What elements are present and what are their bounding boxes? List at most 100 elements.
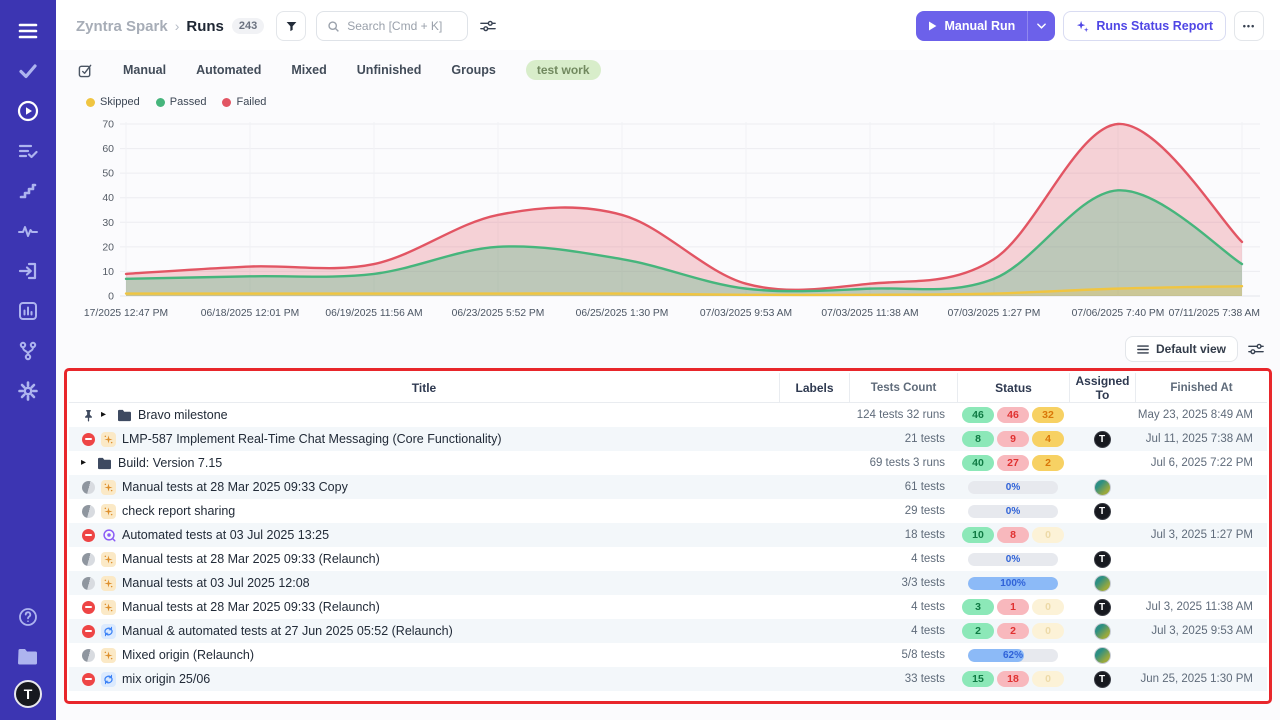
svg-text:0: 0 xyxy=(108,291,114,303)
svg-text:07/11/2025 7:38 AM: 07/11/2025 7:38 AM xyxy=(1169,308,1260,319)
assignee-avatar[interactable] xyxy=(1094,623,1111,640)
tab-unfinished[interactable]: Unfinished xyxy=(357,63,422,77)
run-title[interactable]: check report sharing xyxy=(122,504,235,518)
manual-run-button[interactable]: Manual Run xyxy=(916,11,1055,41)
column-header-tests-count[interactable]: Tests Count xyxy=(849,373,957,402)
svg-text:07/03/2025 11:38 AM: 07/03/2025 11:38 AM xyxy=(821,308,918,319)
search-box[interactable] xyxy=(316,11,468,41)
column-header-assigned-to[interactable]: Assigned To xyxy=(1069,373,1135,402)
table-row[interactable]: Manual tests at 28 Mar 2025 09:33 (Relau… xyxy=(69,595,1267,619)
table-row[interactable]: Manual tests at 28 Mar 2025 09:33 Copy 61… xyxy=(69,475,1267,499)
run-title[interactable]: Build: Version 7.15 xyxy=(118,456,222,470)
default-view-button[interactable]: Default view xyxy=(1125,336,1238,362)
run-title[interactable]: Manual tests at 28 Mar 2025 09:33 (Relau… xyxy=(122,552,380,566)
assignee-avatar[interactable]: T xyxy=(1094,431,1111,448)
run-title[interactable]: Mixed origin (Relaunch) xyxy=(122,648,254,662)
check-icon xyxy=(18,63,38,79)
tag-test-work[interactable]: test work xyxy=(526,60,601,80)
table-row[interactable]: Mixed origin (Relaunch)5/8 tests62% xyxy=(69,643,1267,667)
run-title[interactable]: Automated tests at 03 Jul 2025 13:25 xyxy=(122,528,329,542)
stopped-status-icon xyxy=(81,433,95,446)
status-cell: 0% xyxy=(957,481,1069,494)
sidebar-item-test-plans[interactable] xyxy=(10,134,46,168)
run-title[interactable]: Manual & automated tests at 27 Jun 2025 … xyxy=(122,624,453,638)
user-avatar[interactable]: T xyxy=(14,680,42,708)
play-icon xyxy=(928,21,937,31)
table-row[interactable]: mix origin 25/0633 tests15180TJun 25, 20… xyxy=(69,667,1267,691)
column-header-status[interactable]: Status xyxy=(957,373,1069,402)
run-title-cell: Manual tests at 28 Mar 2025 09:33 (Relau… xyxy=(69,600,779,615)
column-header-finished-at[interactable]: Finished At xyxy=(1135,373,1267,402)
sidebar-item-defects[interactable] xyxy=(10,214,46,248)
runs-status-report-button[interactable]: Runs Status Report xyxy=(1063,11,1226,41)
column-header-title[interactable]: Title xyxy=(69,373,779,402)
sidebar-bottom-help[interactable] xyxy=(10,600,46,634)
expand-caret-icon[interactable]: ▸ xyxy=(101,410,111,420)
table-row[interactable]: ▸Build: Version 7.1569 tests 3 runs40272… xyxy=(69,451,1267,475)
assignee-avatar[interactable]: T xyxy=(1094,551,1111,568)
breadcrumb-project[interactable]: Zyntra Spark xyxy=(76,18,168,35)
run-title[interactable]: Manual tests at 28 Mar 2025 09:33 (Relau… xyxy=(122,600,380,614)
gear-icon xyxy=(18,381,38,401)
tab-mixed[interactable]: Mixed xyxy=(291,63,326,77)
assignee-avatar[interactable] xyxy=(1094,575,1111,592)
sidebar-bottom-folder[interactable] xyxy=(10,640,46,674)
more-options-button[interactable]: ••• xyxy=(1234,11,1264,41)
stopped-status-icon xyxy=(81,625,95,638)
tests-count-cell: 21 tests xyxy=(849,433,957,445)
table-row[interactable]: ▸Bravo milestone124 tests 32 runs464632M… xyxy=(69,403,1267,427)
funnel-icon xyxy=(285,20,298,33)
run-title[interactable]: Manual tests at 28 Mar 2025 09:33 Copy xyxy=(122,480,348,494)
expand-caret-icon[interactable]: ▸ xyxy=(81,458,91,468)
skipped-count-badge: 32 xyxy=(1032,407,1064,423)
sidebar-item-runs[interactable] xyxy=(10,94,46,128)
sidebar-item-analytics[interactable] xyxy=(10,294,46,328)
sidebar-item-settings[interactable] xyxy=(10,374,46,408)
table-row[interactable]: LMP-587 Implement Real-Time Chat Messagi… xyxy=(69,427,1267,451)
manual-run-icon xyxy=(101,648,116,663)
sidebar-item-menu[interactable] xyxy=(10,14,46,48)
run-title[interactable]: Manual tests at 03 Jul 2025 12:08 xyxy=(122,576,310,590)
view-settings-icon[interactable] xyxy=(1248,342,1264,356)
skipped-count-badge: 0 xyxy=(1032,599,1064,615)
assignee-avatar[interactable]: T xyxy=(1094,671,1111,688)
table-row[interactable]: Automated tests at 03 Jul 2025 13:2518 t… xyxy=(69,523,1267,547)
run-title-cell: ▸ Bravo milestone xyxy=(69,408,779,422)
column-header-labels[interactable]: Labels xyxy=(779,373,849,402)
table-row[interactable]: Manual & automated tests at 27 Jun 2025 … xyxy=(69,619,1267,643)
tab-manual[interactable]: Manual xyxy=(123,63,166,77)
table-row[interactable]: Manual tests at 03 Jul 2025 12:083/3 tes… xyxy=(69,571,1267,595)
tab-automated[interactable]: Automated xyxy=(196,63,261,77)
assignee-avatar[interactable]: T xyxy=(1094,503,1111,520)
run-title[interactable]: mix origin 25/06 xyxy=(122,672,210,686)
sidebar-item-test-cases[interactable] xyxy=(10,54,46,88)
help-icon xyxy=(18,607,38,627)
progress-label: 0% xyxy=(968,553,1058,566)
svg-text:60: 60 xyxy=(102,143,114,155)
filters-sliders-icon[interactable] xyxy=(480,19,496,33)
skipped-count-badge: 0 xyxy=(1032,671,1064,687)
manual-run-dropdown[interactable] xyxy=(1027,11,1055,41)
tests-count-cell: 61 tests xyxy=(849,481,957,493)
assignee-avatar[interactable] xyxy=(1094,647,1111,664)
skipped-count-badge: 2 xyxy=(1032,455,1064,471)
pin-icon xyxy=(81,409,95,422)
table-row[interactable]: Manual tests at 28 Mar 2025 09:33 (Relau… xyxy=(69,547,1267,571)
status-cell: 0% xyxy=(957,553,1069,566)
table-row[interactable]: check report sharing29 tests0%T xyxy=(69,499,1267,523)
assigned-to-cell: T xyxy=(1069,671,1135,688)
tab-groups[interactable]: Groups xyxy=(451,63,495,77)
select-all-icon[interactable] xyxy=(78,63,93,78)
page-title: Runs xyxy=(186,18,224,35)
assignee-avatar[interactable]: T xyxy=(1094,599,1111,616)
sidebar-item-milestones[interactable] xyxy=(10,174,46,208)
manual-run-label: Manual Run xyxy=(944,19,1015,33)
assignee-avatar[interactable] xyxy=(1094,479,1111,496)
sidebar-item-branch[interactable] xyxy=(10,334,46,368)
passed-count-badge: 15 xyxy=(962,671,994,687)
run-title[interactable]: LMP-587 Implement Real-Time Chat Messagi… xyxy=(122,432,502,446)
run-title[interactable]: Bravo milestone xyxy=(138,408,228,422)
search-input[interactable] xyxy=(347,19,457,33)
sidebar-item-imports[interactable] xyxy=(10,254,46,288)
filter-button[interactable] xyxy=(276,11,306,41)
